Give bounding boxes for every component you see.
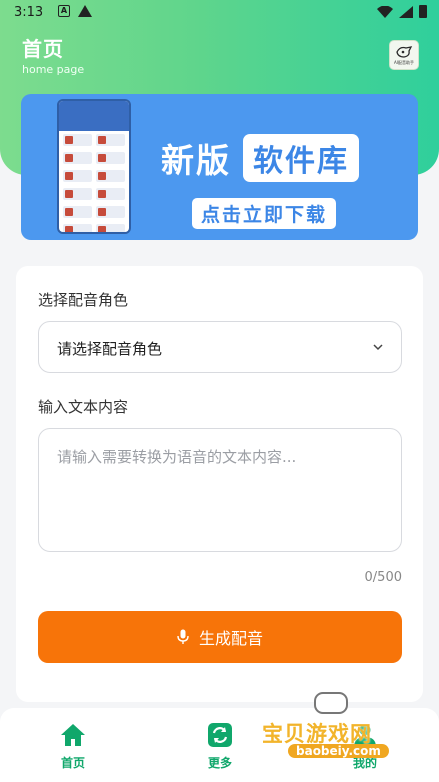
tab-home-label: 首页 bbox=[60, 756, 85, 770]
status-bar: 3:13 A bbox=[0, 0, 439, 26]
refresh-icon bbox=[208, 723, 232, 747]
generate-voice-button[interactable]: 生成配音 bbox=[38, 611, 402, 663]
promo-banner[interactable]: 新版 软件库 点击立即下载 bbox=[21, 94, 418, 240]
text-input[interactable]: 请输入需要转换为语音的文本内容... bbox=[38, 428, 402, 552]
text-input-placeholder: 请输入需要转换为语音的文本内容... bbox=[57, 448, 297, 466]
wifi-icon bbox=[377, 5, 393, 18]
home-icon bbox=[61, 724, 85, 746]
microphone-icon bbox=[177, 629, 189, 644]
warning-icon bbox=[78, 5, 92, 17]
banner-phone-image bbox=[57, 99, 131, 234]
tab-more-label: 更多 bbox=[207, 756, 232, 770]
signal-icon bbox=[399, 5, 413, 18]
role-label: 选择配音角色 bbox=[38, 291, 129, 309]
status-system-icons bbox=[377, 5, 427, 18]
banner-title-new: 新版 bbox=[161, 141, 231, 180]
banner-title: 新版 软件库 bbox=[161, 134, 359, 182]
status-notification-icons: A bbox=[58, 5, 92, 17]
app-logo[interactable]: AI配音助手 bbox=[389, 40, 419, 70]
text-label: 输入文本内容 bbox=[38, 398, 129, 416]
banner-download-cta[interactable]: 点击立即下载 bbox=[192, 198, 337, 229]
char-counter: 0/500 bbox=[364, 570, 402, 585]
watermark-site: baobeiy.com bbox=[288, 744, 389, 758]
gamepad-icon bbox=[314, 692, 348, 714]
app-logo-icon bbox=[396, 45, 413, 58]
battery-icon bbox=[419, 5, 427, 18]
page-title: 首页 bbox=[22, 37, 64, 61]
status-time: 3:13 bbox=[14, 5, 44, 20]
app-notification-icon: A bbox=[58, 5, 70, 17]
tab-more[interactable]: 更多 bbox=[190, 722, 250, 771]
voice-form-card: 选择配音角色 请选择配音角色 输入文本内容 请输入需要转换为语音的文本内容...… bbox=[16, 266, 423, 702]
role-select[interactable]: 请选择配音角色 bbox=[38, 321, 402, 373]
page-subtitle: home page bbox=[22, 63, 85, 76]
watermark: 宝贝游戏网 baobeiy.com bbox=[262, 690, 412, 770]
chevron-down-icon bbox=[373, 344, 383, 351]
tab-home[interactable]: 首页 bbox=[43, 722, 103, 771]
banner-title-library: 软件库 bbox=[243, 134, 359, 182]
role-select-value: 请选择配音角色 bbox=[57, 340, 163, 358]
app-logo-text: AI配音助手 bbox=[394, 59, 414, 65]
generate-voice-label: 生成配音 bbox=[198, 629, 263, 648]
